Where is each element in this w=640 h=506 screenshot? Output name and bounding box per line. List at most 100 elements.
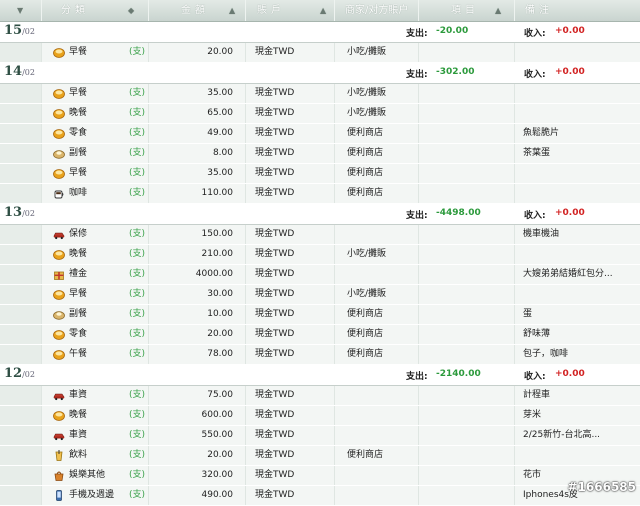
project-cell[interactable] [418, 305, 514, 324]
column-project[interactable]: 項目 ▲ [418, 0, 514, 21]
project-cell[interactable] [418, 486, 514, 505]
category-cell[interactable]: 禮金 (支) [41, 265, 148, 284]
table-row[interactable]: 車資 (支) 75.00 現金TWD 計程車 [0, 386, 640, 406]
note-cell[interactable]: 包子，咖啡 [514, 345, 640, 364]
account-cell[interactable]: 現金TWD [245, 265, 334, 284]
category-cell[interactable]: 早餐 (支) [41, 164, 148, 183]
project-cell[interactable] [418, 84, 514, 103]
category-cell[interactable]: 咖啡 (支) [41, 184, 148, 203]
row-select-cell[interactable] [0, 386, 41, 405]
amount-cell[interactable]: 8.00 [148, 144, 245, 163]
row-select-cell[interactable] [0, 144, 41, 163]
row-select-cell[interactable] [0, 285, 41, 304]
category-cell[interactable]: 娛樂其他 (支) [41, 466, 148, 485]
account-cell[interactable]: 現金TWD [245, 386, 334, 405]
category-cell[interactable]: 午餐 (支) [41, 345, 148, 364]
amount-cell[interactable]: 20.00 [148, 43, 245, 62]
account-cell[interactable]: 現金TWD [245, 164, 334, 183]
merchant-cell[interactable]: 便利商店 [334, 345, 418, 364]
category-cell[interactable]: 副餐 (支) [41, 305, 148, 324]
note-cell[interactable]: 機車機油 [514, 225, 640, 244]
column-category[interactable]: 分類 ◆ [41, 0, 148, 21]
project-cell[interactable] [418, 265, 514, 284]
merchant-cell[interactable]: 便利商店 [334, 124, 418, 143]
note-cell[interactable] [514, 184, 640, 203]
merchant-cell[interactable] [334, 386, 418, 405]
category-cell[interactable]: 飲料 (支) [41, 446, 148, 465]
amount-cell[interactable]: 4000.00 [148, 265, 245, 284]
account-cell[interactable]: 現金TWD [245, 245, 334, 264]
account-cell[interactable]: 現金TWD [245, 345, 334, 364]
project-cell[interactable] [418, 345, 514, 364]
account-cell[interactable]: 現金TWD [245, 184, 334, 203]
note-cell[interactable]: 魚鬆脆片 [514, 124, 640, 143]
note-cell[interactable] [514, 446, 640, 465]
row-select-cell[interactable] [0, 406, 41, 425]
table-row[interactable]: 副餐 (支) 10.00 現金TWD 便利商店 蛋 [0, 305, 640, 325]
project-cell[interactable] [418, 446, 514, 465]
row-select-cell[interactable] [0, 124, 41, 143]
row-select-cell[interactable] [0, 245, 41, 264]
row-select-cell[interactable] [0, 446, 41, 465]
project-cell[interactable] [418, 104, 514, 123]
account-cell[interactable]: 現金TWD [245, 446, 334, 465]
row-select-cell[interactable] [0, 426, 41, 445]
project-cell[interactable] [418, 325, 514, 344]
note-cell[interactable] [514, 104, 640, 123]
project-cell[interactable] [418, 426, 514, 445]
account-cell[interactable]: 現金TWD [245, 144, 334, 163]
project-cell[interactable] [418, 285, 514, 304]
sort-amount-icon[interactable]: ▲ [229, 0, 239, 21]
account-cell[interactable]: 現金TWD [245, 285, 334, 304]
merchant-cell[interactable]: 小吃/攤販 [334, 43, 418, 62]
account-cell[interactable]: 現金TWD [245, 466, 334, 485]
table-row[interactable]: 早餐 (支) 20.00 現金TWD 小吃/攤販 [0, 43, 640, 63]
sort-all-icon[interactable]: ▼ [17, 0, 23, 21]
account-cell[interactable]: 現金TWD [245, 406, 334, 425]
amount-cell[interactable]: 35.00 [148, 164, 245, 183]
table-row[interactable]: 保修 (支) 150.00 現金TWD 機車機油 [0, 225, 640, 245]
row-select-cell[interactable] [0, 43, 41, 62]
amount-cell[interactable]: 150.00 [148, 225, 245, 244]
category-cell[interactable]: 車資 (支) [41, 426, 148, 445]
table-row[interactable]: 咖啡 (支) 110.00 現金TWD 便利商店 [0, 184, 640, 204]
row-select-cell[interactable] [0, 84, 41, 103]
table-row[interactable]: 娛樂其他 (支) 320.00 現金TWD 花市 [0, 466, 640, 486]
row-select-cell[interactable] [0, 466, 41, 485]
merchant-cell[interactable]: 小吃/攤販 [334, 285, 418, 304]
table-row[interactable]: 車資 (支) 550.00 現金TWD 2/25新竹-台北高... [0, 426, 640, 446]
amount-cell[interactable]: 49.00 [148, 124, 245, 143]
category-cell[interactable]: 零食 (支) [41, 124, 148, 143]
category-cell[interactable]: 保修 (支) [41, 225, 148, 244]
amount-cell[interactable]: 20.00 [148, 325, 245, 344]
project-cell[interactable] [418, 164, 514, 183]
merchant-cell[interactable] [334, 486, 418, 505]
note-cell[interactable]: 芽米 [514, 406, 640, 425]
column-amount[interactable]: 金額 ▲ [148, 0, 245, 21]
column-note[interactable]: 備注 [514, 0, 640, 21]
table-row[interactable]: 晚餐 (支) 65.00 現金TWD 小吃/攤販 [0, 104, 640, 124]
sort-project-icon[interactable]: ▲ [495, 0, 505, 21]
category-cell[interactable]: 手機及週邊 (支) [41, 486, 148, 505]
category-cell[interactable]: 零食 (支) [41, 325, 148, 344]
table-row[interactable]: 零食 (支) 20.00 現金TWD 便利商店 舒味薄 [0, 325, 640, 345]
note-cell[interactable] [514, 43, 640, 62]
column-account[interactable]: 賬戶 ▲ [245, 0, 334, 21]
note-cell[interactable]: 舒味薄 [514, 325, 640, 344]
table-row[interactable]: 早餐 (支) 35.00 現金TWD 便利商店 [0, 164, 640, 184]
account-cell[interactable]: 現金TWD [245, 305, 334, 324]
amount-cell[interactable]: 550.00 [148, 426, 245, 445]
category-cell[interactable]: 晚餐 (支) [41, 245, 148, 264]
amount-cell[interactable]: 210.00 [148, 245, 245, 264]
project-cell[interactable] [418, 245, 514, 264]
table-row[interactable]: 零食 (支) 49.00 現金TWD 便利商店 魚鬆脆片 [0, 124, 640, 144]
merchant-cell[interactable]: 便利商店 [334, 144, 418, 163]
merchant-cell[interactable] [334, 406, 418, 425]
row-select-cell[interactable] [0, 225, 41, 244]
project-cell[interactable] [418, 144, 514, 163]
amount-cell[interactable]: 110.00 [148, 184, 245, 203]
category-cell[interactable]: 車資 (支) [41, 386, 148, 405]
account-cell[interactable]: 現金TWD [245, 486, 334, 505]
amount-cell[interactable]: 78.00 [148, 345, 245, 364]
table-row[interactable]: 早餐 (支) 30.00 現金TWD 小吃/攤販 [0, 285, 640, 305]
